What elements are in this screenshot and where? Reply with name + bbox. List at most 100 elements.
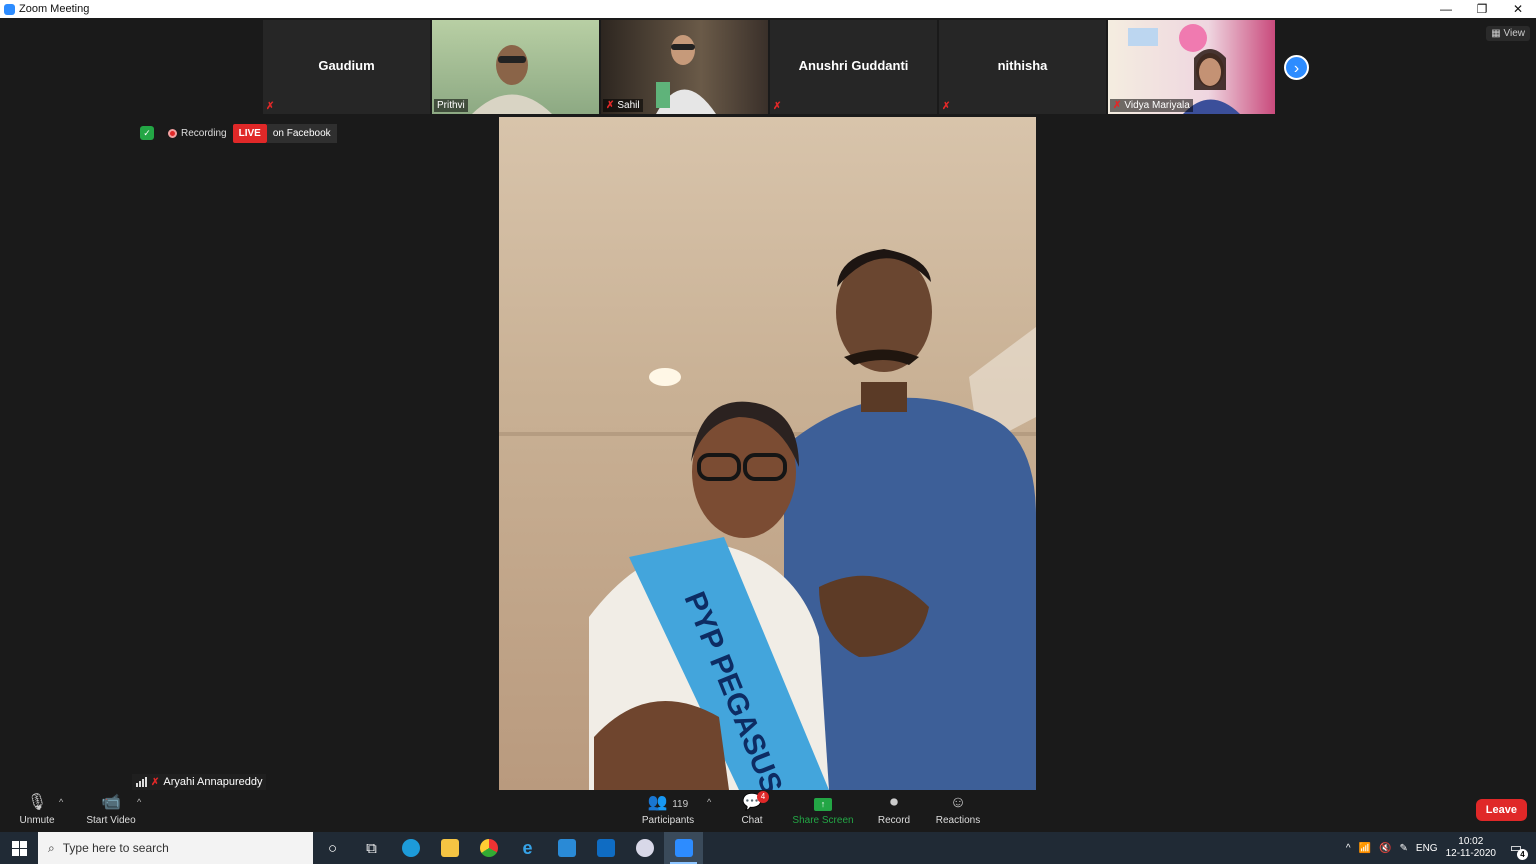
participants-count: 119 [672, 799, 689, 810]
mic-muted-icon: ✗ [606, 100, 615, 111]
file-explorer-icon[interactable] [430, 832, 469, 864]
zoom-taskbar-icon[interactable] [664, 832, 703, 864]
speaker-video-frame: PYP PEGASUS [499, 249, 1036, 790]
show-hidden-icons-icon[interactable]: ^ [1346, 843, 1351, 854]
recording-dot-icon [168, 128, 177, 138]
mic-muted-icon: ✗ [1113, 100, 1122, 111]
paint-icon[interactable] [625, 832, 664, 864]
reactions-button[interactable]: ☺ Reactions [934, 790, 982, 832]
record-button[interactable]: ⏺ Record [874, 790, 914, 832]
video-options-caret[interactable]: ^ [137, 797, 141, 807]
participant-label: ✗ Sahil [603, 99, 643, 112]
vscode-icon[interactable] [547, 832, 586, 864]
window-controls: — ❐ ✕ [1428, 0, 1536, 18]
grid-icon: ▦ [1491, 28, 1501, 39]
volume-muted-icon[interactable]: 🔇 [1379, 843, 1391, 854]
wifi-icon[interactable]: 📶 [1359, 843, 1371, 854]
participants-button[interactable]: 👥 119 Participants [640, 790, 696, 832]
windows-logo-icon [11, 840, 27, 856]
participant-strip: Gaudium ✗ Prithvi ✗ Sahil Anushri Guddan… [263, 20, 1275, 114]
pen-icon[interactable]: ✎ [1400, 843, 1408, 854]
recording-indicator[interactable]: Recording [168, 128, 227, 139]
recording-label: Recording [181, 127, 227, 139]
search-icon: ⌕ [48, 840, 55, 855]
language-indicator[interactable]: ENG [1416, 843, 1438, 854]
leave-button[interactable]: Leave [1475, 799, 1527, 821]
minimize-button[interactable]: — [1428, 0, 1464, 18]
next-page-button[interactable]: › [1284, 55, 1309, 80]
participant-tile-vidya[interactable]: ✗ Vidya Mariyala [1108, 20, 1275, 114]
participants-label: Participants [641, 815, 695, 826]
meeting-status-bar: ✓ Recording LIVE on Facebook [140, 123, 337, 143]
participant-tile-sahil[interactable]: ✗ Sahil [601, 20, 768, 114]
live-destination[interactable]: on Facebook [266, 123, 337, 143]
participant-label: ✗ Vidya Mariyala [1110, 99, 1193, 112]
speaker-name: Aryahi Annapureddy [163, 776, 263, 788]
participant-name: Anushri Guddanti [798, 58, 909, 73]
chat-unread-badge: 4 [757, 791, 769, 803]
share-screen-icon: ↑ [814, 798, 832, 811]
active-speaker-label: ✗ Aryahi Annapureddy [132, 774, 267, 790]
window-title: Zoom Meeting [19, 3, 90, 15]
edge-icon[interactable] [391, 832, 430, 864]
chat-label: Chat [741, 815, 763, 826]
participant-name: Gaudium [318, 58, 375, 73]
internet-explorer-icon[interactable]: e [508, 832, 547, 864]
participants-options-caret[interactable]: ^ [707, 797, 711, 807]
view-label: View [1503, 28, 1526, 39]
participants-icon: 👥 119 [647, 794, 689, 811]
audio-options-caret[interactable]: ^ [59, 797, 63, 807]
participant-tile-gaudium[interactable]: Gaudium ✗ [263, 20, 430, 114]
notification-count: 4 [1517, 849, 1528, 860]
start-button[interactable] [0, 832, 38, 864]
participant-tile-prithvi[interactable]: Prithvi [432, 20, 599, 114]
chrome-icon[interactable] [469, 832, 508, 864]
share-screen-label: Share Screen [792, 815, 854, 826]
chat-button[interactable]: 💬 4 Chat [734, 790, 770, 832]
clock-date: 12-11-2020 [1445, 848, 1496, 859]
taskbar-clock[interactable]: 10:02 12-11-2020 [1446, 836, 1496, 860]
close-button[interactable]: ✕ [1500, 0, 1536, 18]
live-badge[interactable]: LIVE [232, 123, 267, 143]
share-screen-button[interactable]: ↑ Share Screen [792, 790, 854, 832]
task-view-icon[interactable]: ⧉ [352, 832, 391, 864]
zoom-logo-icon [4, 3, 15, 15]
action-center-icon[interactable]: ▭ 4 [1504, 840, 1528, 860]
cortana-icon[interactable]: ○ [313, 832, 352, 864]
unmute-button[interactable]: 🎙 Unmute [14, 790, 60, 832]
windows-taskbar: ⌕ Type here to search ○ ⧉ e ^ 📶 🔇 ✎ ENG … [0, 832, 1536, 864]
participant-label: Prithvi [434, 99, 468, 112]
view-button[interactable]: ▦ View [1486, 26, 1530, 41]
meeting-stage: Gaudium ✗ Prithvi ✗ Sahil Anushri Guddan… [0, 18, 1536, 790]
window-titlebar: Zoom Meeting — ❐ ✕ [0, 0, 1536, 18]
participant-name: Prithvi [437, 100, 465, 111]
participant-tile-anushri[interactable]: Anushri Guddanti ✗ [770, 20, 937, 114]
unmute-label: Unmute [19, 815, 55, 826]
participant-name: Sahil [617, 100, 640, 111]
start-video-button[interactable]: 📹 Start Video [84, 790, 138, 832]
record-icon: ⏺ [889, 794, 898, 811]
reactions-icon: ☺ [949, 794, 967, 811]
participant-tile-nithisha[interactable]: nithisha ✗ [939, 20, 1106, 114]
video-off-icon: 📹 [101, 794, 121, 811]
reactions-label: Reactions [935, 815, 981, 826]
signal-strength-icon [136, 777, 147, 787]
meeting-toolbar: 🎙 Unmute ^ 📹 Start Video ^ 👥 119 Partici… [0, 790, 1536, 832]
system-tray: ^ 📶 🔇 ✎ ENG 10:02 12-11-2020 ▭ 4 [1346, 832, 1536, 864]
mic-off-icon: 🎙 [26, 794, 48, 811]
mic-muted-icon: ✗ [151, 776, 160, 788]
start-video-label: Start Video [86, 815, 136, 826]
participant-name: nithisha [997, 58, 1048, 73]
encryption-shield-icon[interactable]: ✓ [140, 126, 154, 140]
active-speaker-video[interactable]: PYP PEGASUS [499, 117, 1036, 790]
mic-muted-icon: ✗ [773, 101, 782, 112]
search-placeholder: Type here to search [62, 841, 169, 855]
restore-button[interactable]: ❐ [1464, 0, 1500, 18]
mic-muted-icon: ✗ [266, 101, 275, 112]
taskbar-search-box[interactable]: ⌕ Type here to search [38, 832, 313, 864]
clock-time: 10:02 [1458, 836, 1484, 847]
mic-muted-icon: ✗ [942, 101, 951, 112]
record-label: Record [877, 815, 911, 826]
outlook-icon[interactable] [586, 832, 625, 864]
participant-name: Vidya Mariyala [1124, 100, 1190, 111]
